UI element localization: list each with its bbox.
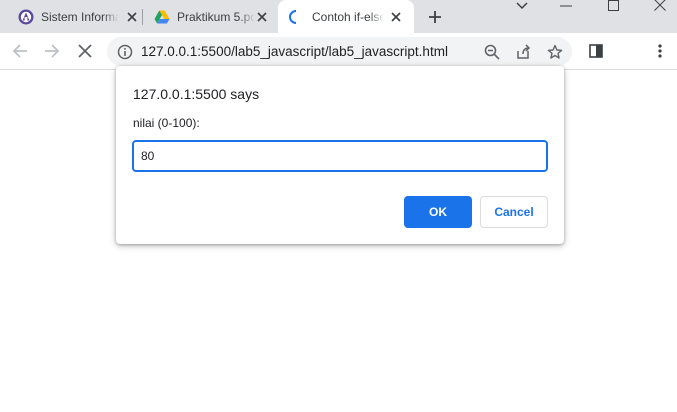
side-panel-icon (589, 44, 603, 58)
kebab-menu-icon (658, 44, 662, 58)
loading-spinner-icon (288, 9, 304, 25)
close-icon[interactable] (124, 9, 140, 25)
window-close-icon[interactable] (640, 0, 677, 12)
cancel-button[interactable]: Cancel (480, 196, 548, 228)
tab-sistem-informasi[interactable]: Sistem Informasi (8, 0, 142, 33)
minimize-icon[interactable] (546, 0, 586, 12)
arrow-left-icon (12, 44, 27, 58)
back-button[interactable] (8, 39, 32, 63)
bookmark-star-icon[interactable] (546, 43, 564, 61)
tab-contoh-if-else[interactable]: Contoh if-else (278, 0, 414, 33)
maximize-icon[interactable] (593, 0, 633, 12)
side-panel-button[interactable] (584, 39, 608, 63)
address-bar[interactable]: 127.0.0.1:5500/lab5_javascript/lab5_java… (107, 37, 572, 66)
new-tab-button[interactable] (424, 6, 446, 28)
stop-loading-button[interactable] (73, 39, 97, 63)
google-drive-icon (154, 9, 170, 25)
dialog-prompt-text: nilai (0-100): (133, 116, 200, 130)
tab-title: Sistem Informasi (41, 10, 119, 24)
tab-separator (142, 9, 143, 25)
more-menu-button[interactable] (648, 39, 672, 63)
tab-praktikum[interactable]: Praktikum 5.pdf (144, 0, 278, 33)
prompt-input[interactable] (132, 140, 548, 172)
close-icon[interactable] (254, 9, 270, 25)
plus-icon (429, 11, 441, 23)
stop-x-icon (78, 44, 92, 58)
site-info-icon[interactable] (116, 43, 134, 61)
share-icon[interactable] (514, 43, 532, 61)
browser-toolbar: 127.0.0.1:5500/lab5_javascript/lab5_java… (0, 33, 677, 70)
arrow-right-icon (45, 44, 60, 58)
url-text: 127.0.0.1:5500/lab5_javascript/lab5_java… (141, 44, 448, 59)
javascript-prompt-dialog: 127.0.0.1:5500 says nilai (0-100): OK Ca… (116, 66, 564, 244)
chevron-down-icon[interactable] (502, 0, 542, 12)
tab-title: Contoh if-else (312, 10, 384, 24)
tab-title: Praktikum 5.pdf (177, 10, 255, 24)
ok-button[interactable]: OK (404, 196, 472, 228)
tab-strip: Sistem Informasi Praktikum 5.pdf Contoh … (0, 0, 677, 33)
close-icon[interactable] (388, 9, 404, 25)
forward-button[interactable] (40, 39, 64, 63)
university-logo-icon (18, 9, 34, 25)
dialog-heading: 127.0.0.1:5500 says (133, 86, 260, 102)
zoom-icon[interactable] (483, 43, 501, 61)
